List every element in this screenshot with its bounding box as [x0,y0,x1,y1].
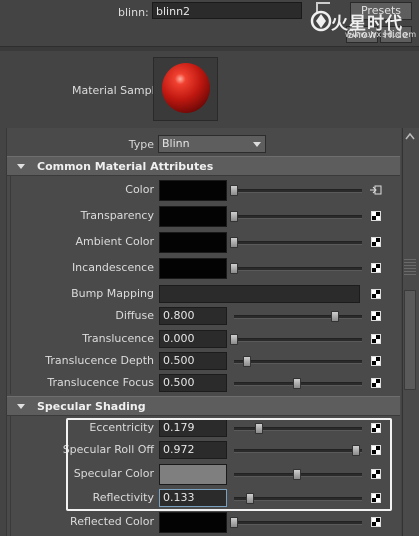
color-swatch[interactable] [159,206,227,227]
watermark-subtext: www.hxsd.com [345,30,418,39]
bump-map-field[interactable] [159,285,360,303]
slider-track[interactable] [234,189,362,193]
scroll-grip[interactable] [404,259,416,275]
value-field[interactable]: 0.500 [159,374,227,392]
section-common-material-attributes[interactable]: Common Material Attributes [7,156,400,176]
section-title: Common Material Attributes [37,160,214,173]
slider-handle[interactable] [230,237,238,248]
color-swatch[interactable] [159,180,227,201]
slider-handle[interactable] [230,517,238,528]
collapse-triangle-icon[interactable] [17,404,25,409]
value-field[interactable]: 0.000 [159,330,227,348]
slider-track[interactable] [234,521,362,525]
type-label: Type [128,138,154,151]
scroll-thumb[interactable] [404,290,416,390]
slider-track[interactable] [234,360,362,364]
attribute-label: Translucence Focus [47,376,154,389]
attribute-label: Translucence [82,332,154,345]
checker-icon[interactable] [371,237,381,247]
slider-handle[interactable] [230,185,238,196]
slider-handle[interactable] [331,311,339,322]
color-swatch[interactable] [159,258,227,279]
slider-track[interactable] [234,215,362,219]
node-name-label: blinn: [118,6,149,19]
slider-handle[interactable] [230,334,238,345]
material-sample-sphere[interactable] [162,63,210,113]
chevron-down-icon[interactable] [253,142,261,147]
slider-track[interactable] [234,241,362,245]
section-title: Specular Shading [37,400,146,413]
attribute-label: Color [125,183,154,196]
attribute-label: Translucence Depth [45,354,154,367]
checker-icon[interactable] [371,356,381,366]
scroll-up-icon[interactable] [404,131,416,143]
checker-icon[interactable] [371,378,381,388]
checker-icon[interactable] [371,211,381,221]
checker-icon[interactable] [371,263,381,273]
color-swatch[interactable] [159,232,227,253]
attribute-label: Ambient Color [75,235,154,248]
checker-icon[interactable] [371,289,381,299]
color-swatch[interactable] [159,512,227,533]
slider-handle[interactable] [230,263,238,274]
slider-track[interactable] [234,267,362,271]
attribute-label: Reflected Color [70,515,154,528]
section-specular-shading[interactable]: Specular Shading [7,396,400,416]
attribute-label: Diffuse [115,309,154,322]
slider-handle[interactable] [293,378,301,389]
value-field[interactable]: 0.800 [159,307,227,325]
map-arrow-icon[interactable] [370,185,382,195]
slider-handle[interactable] [230,211,238,222]
highlight-annotation-box [66,418,392,511]
checker-icon[interactable] [371,334,381,344]
attribute-label: Incandescence [71,261,154,274]
header-separator [0,46,419,51]
slider-track[interactable] [234,315,362,319]
checker-icon[interactable] [371,311,381,321]
type-dropdown[interactable]: Blinn [158,135,266,153]
node-name-input[interactable]: blinn2 [152,2,302,19]
slider-handle[interactable] [243,356,251,367]
value-field[interactable]: 0.500 [159,352,227,370]
material-sample-label: Material Sample [72,84,162,97]
collapse-triangle-icon[interactable] [17,164,25,169]
attribute-label: Transparency [80,209,154,222]
attribute-label: Bump Mapping [71,287,154,300]
checker-icon[interactable] [371,517,381,527]
slider-track[interactable] [234,338,362,342]
